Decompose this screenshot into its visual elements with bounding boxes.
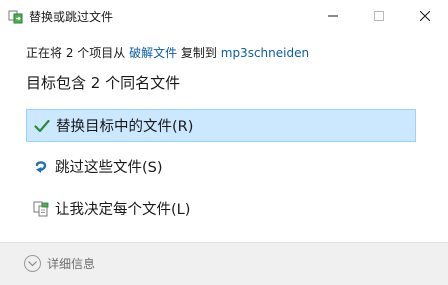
skip-files-option[interactable]: 跳过这些文件(S) (26, 150, 416, 183)
maximize-icon (374, 10, 384, 21)
close-icon (420, 10, 430, 21)
more-details-button[interactable]: 详细信息 (24, 255, 95, 272)
skip-files-label: 跳过这些文件(S) (55, 160, 163, 176)
window-title: 替换或跳过文件 (29, 10, 114, 24)
minimize-button[interactable] (310, 0, 356, 31)
minimize-icon (328, 11, 338, 21)
title-bar[interactable]: 替换或跳过文件 (0, 0, 448, 32)
dialog-content: 正在将 2 个项目从 破解文件 复制到 mp3schneiden 目标包含 2 … (0, 32, 448, 242)
maximize-button[interactable] (356, 0, 402, 31)
skip-arrow-icon (27, 159, 55, 175)
close-button[interactable] (402, 0, 448, 31)
compare-files-icon (27, 201, 55, 217)
replace-files-label: 替换目标中的文件(R) (56, 119, 194, 135)
destination-folder-link[interactable]: mp3schneiden (221, 46, 309, 60)
source-folder-link[interactable]: 破解文件 (129, 46, 177, 60)
progress-middle: 复制到 (177, 46, 221, 60)
file-copy-icon (8, 9, 24, 24)
conflict-heading: 目标包含 2 个同名文件 (26, 74, 181, 92)
decide-each-file-label: 让我决定每个文件(L) (55, 202, 191, 218)
progress-prefix: 正在将 2 个项目从 (26, 46, 130, 60)
decide-each-file-option[interactable]: 让我决定每个文件(L) (26, 192, 416, 225)
chevron-down-icon (24, 255, 41, 272)
more-details-label: 详细信息 (47, 257, 96, 271)
replace-files-option[interactable]: 替换目标中的文件(R) (26, 109, 416, 142)
checkmark-icon (28, 119, 56, 133)
dialog-footer: 详细信息 (0, 242, 448, 285)
copy-progress-text: 正在将 2 个项目从 破解文件 复制到 mp3schneiden (26, 44, 309, 61)
